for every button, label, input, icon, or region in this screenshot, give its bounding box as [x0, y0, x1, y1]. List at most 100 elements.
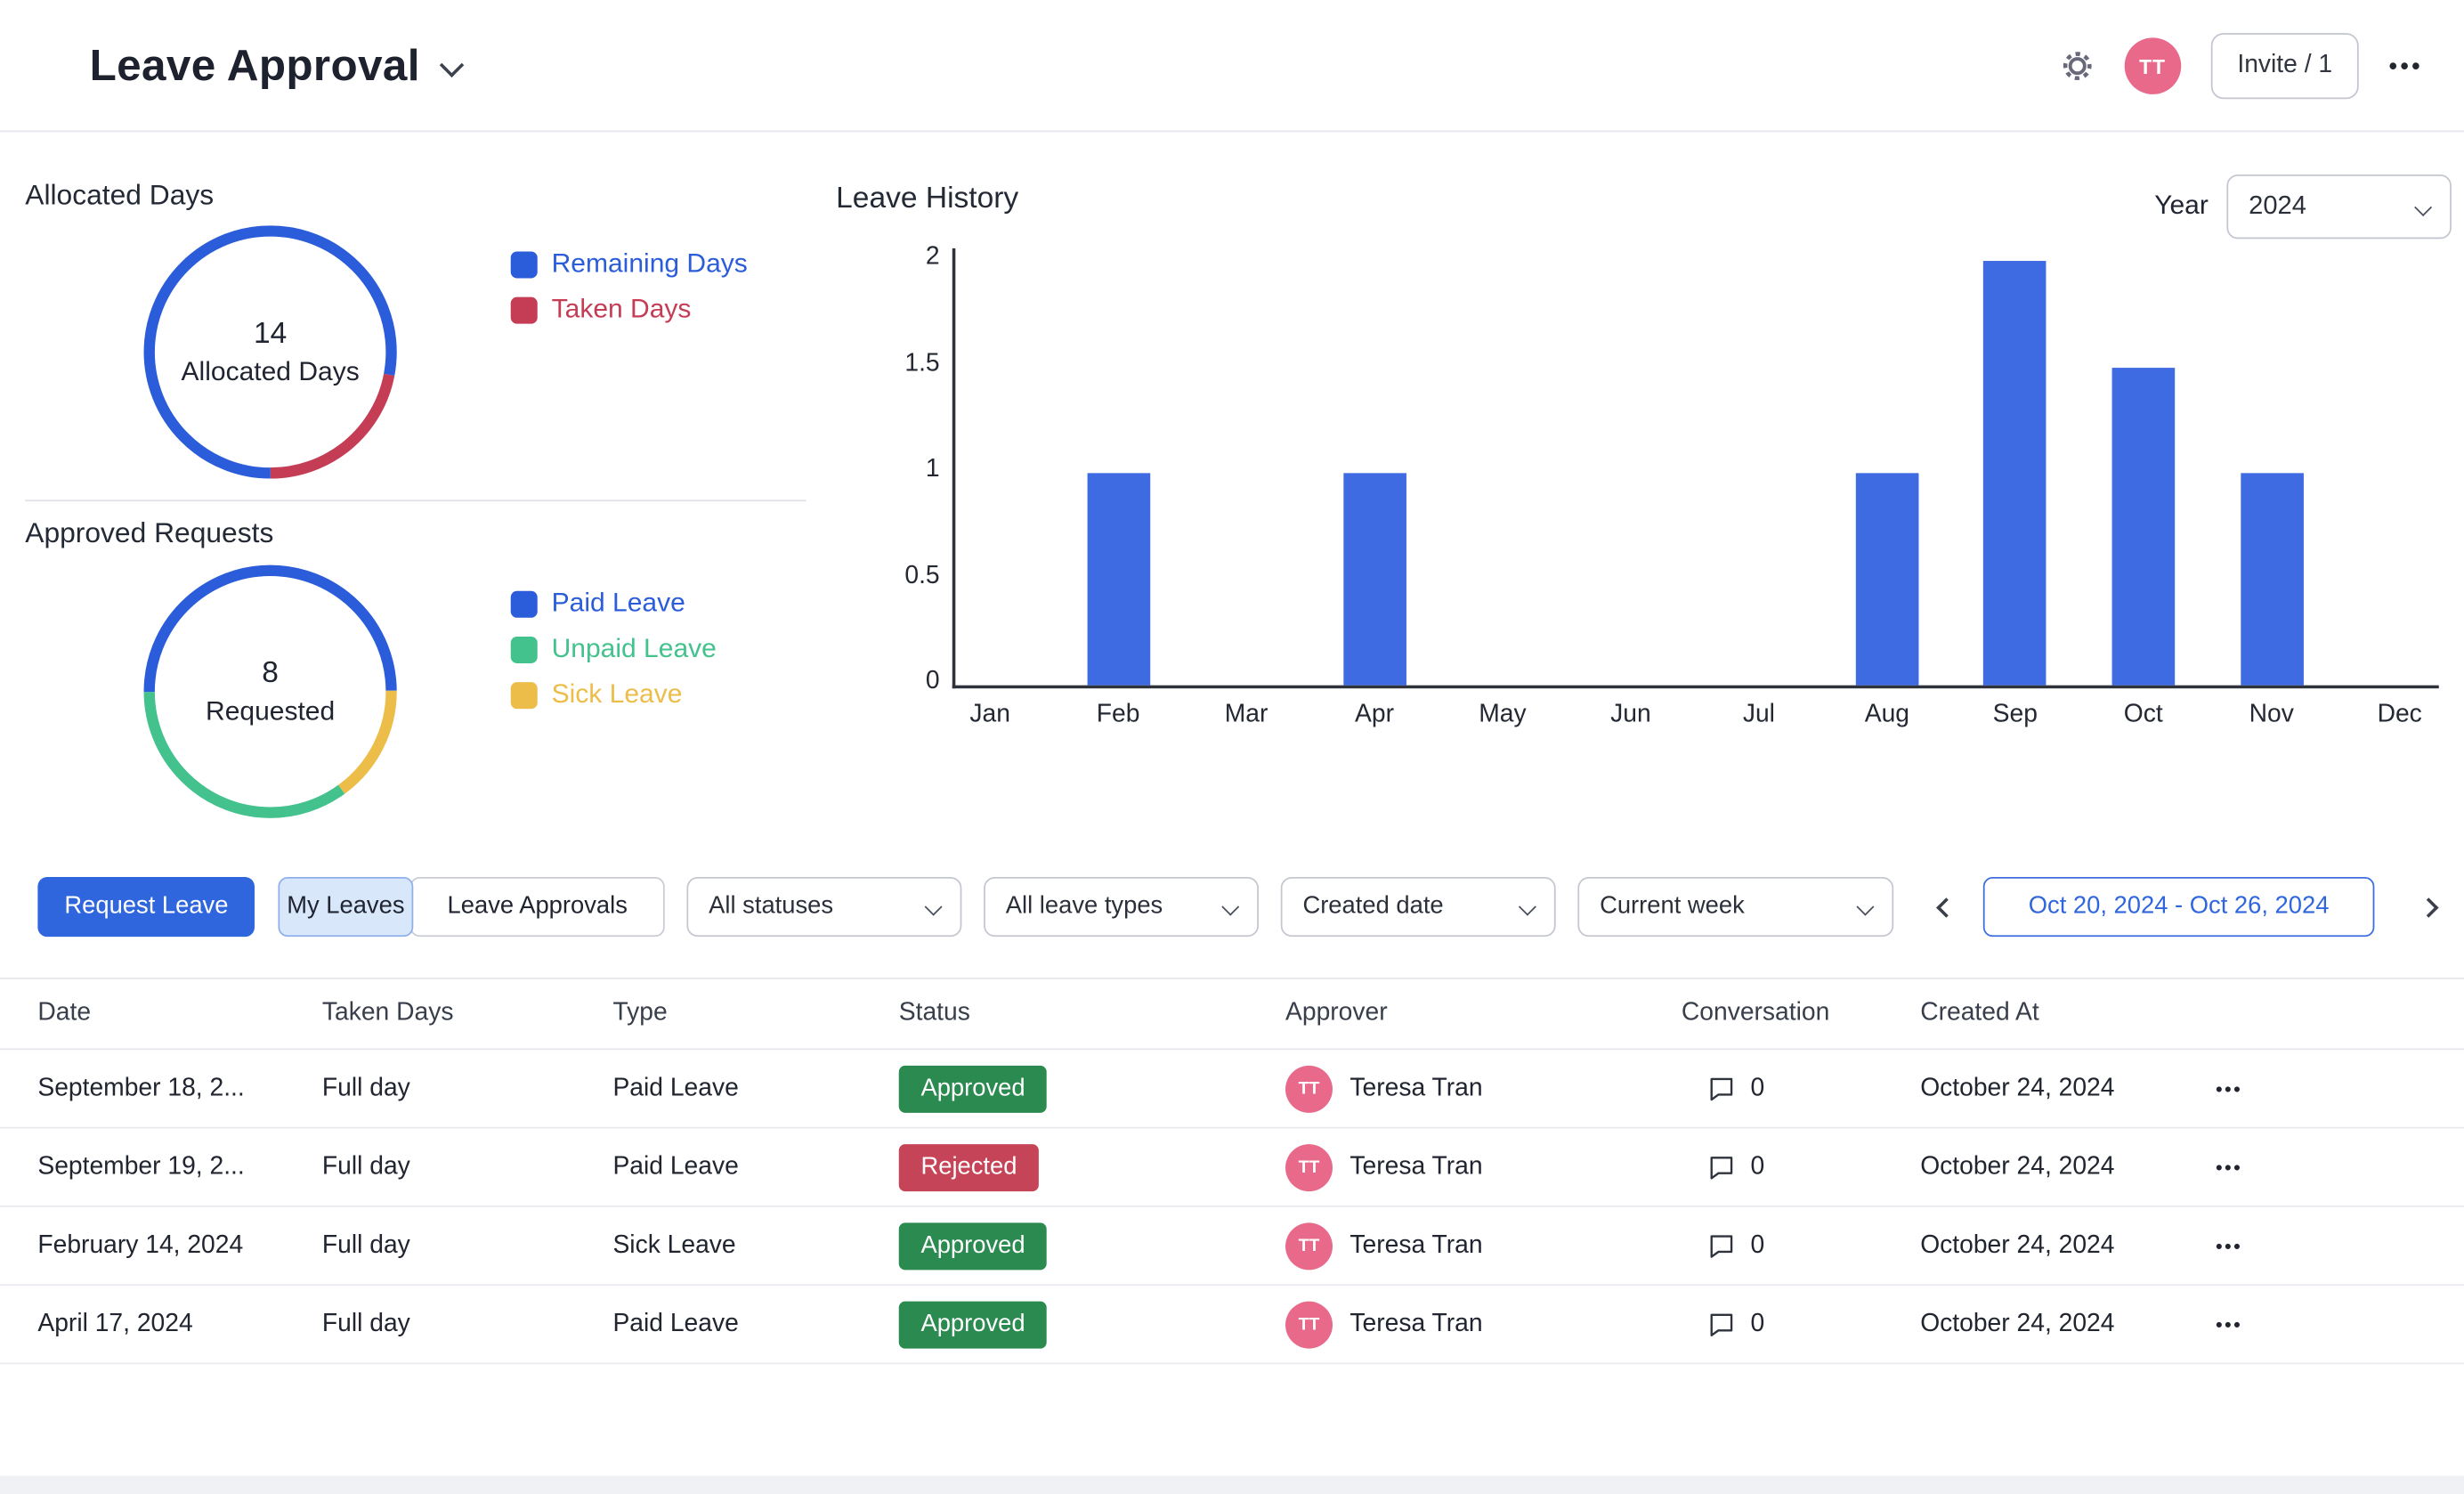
- year-select[interactable]: 2024: [2226, 175, 2451, 239]
- tab-my-leaves[interactable]: My Leaves: [278, 877, 413, 937]
- cell-approver: TTTeresa Tran: [1285, 1065, 1682, 1112]
- allocated-days-donut: 14 Allocated Days: [137, 218, 404, 485]
- y-axis-tick-label: 0: [848, 668, 939, 696]
- cell-date: September 18, 2...: [37, 1075, 322, 1103]
- table-row: September 18, 2...Full dayPaid LeaveAppr…: [0, 1050, 2464, 1128]
- legend-swatch: [511, 590, 538, 617]
- more-menu-button[interactable]: •••: [2389, 53, 2423, 79]
- x-axis-label-may: May: [1447, 701, 1558, 729]
- approver-avatar: TT: [1285, 1143, 1333, 1190]
- conversation-count: 0: [1751, 1075, 1765, 1103]
- avatar[interactable]: TT: [2124, 37, 2181, 94]
- cell-status: Approved: [899, 1065, 1285, 1112]
- conversation-button[interactable]: 0: [1706, 1309, 1920, 1339]
- status-filter-select[interactable]: All statuses: [686, 877, 961, 937]
- status-badge: Approved: [899, 1065, 1048, 1112]
- legend-label: Sick Leave: [552, 679, 683, 710]
- conversation-button[interactable]: 0: [1706, 1152, 1920, 1182]
- leave-type-filter-select[interactable]: All leave types: [984, 877, 1259, 937]
- chevron-right-icon: [2418, 897, 2437, 916]
- bar-feb: [1087, 473, 1150, 685]
- legend-item: Sick Leave: [511, 679, 717, 710]
- cell-type: Paid Leave: [612, 1075, 898, 1103]
- column-header-type: Type: [612, 1000, 898, 1028]
- row-menu-button[interactable]: •••: [2216, 1077, 2310, 1100]
- cell-created-at: October 24, 2024: [1920, 1231, 2216, 1260]
- page-title-group[interactable]: Leave Approval: [90, 0, 461, 132]
- column-header-created-at: Created At: [1920, 1000, 2216, 1028]
- gear-icon: [2060, 49, 2095, 84]
- x-axis-label-oct: Oct: [2088, 701, 2199, 729]
- period-filter-select[interactable]: Current week: [1577, 877, 1893, 937]
- table-footer: 1 - 9 of 9 items 1 10 / per page: [0, 1364, 2464, 1475]
- approved-requests-heading: Approved Requests: [25, 517, 273, 550]
- cell-taken-days: Full day: [322, 1153, 613, 1181]
- row-menu-button[interactable]: •••: [2216, 1235, 2310, 1257]
- status-badge: Approved: [899, 1301, 1048, 1348]
- cell-approver: TT Teresa Tran: [1285, 1301, 1682, 1348]
- conversation-icon: [1706, 1074, 1737, 1104]
- previous-week-button[interactable]: [1925, 887, 1966, 928]
- allocated-days-value: 14: [254, 317, 287, 352]
- y-axis-line: [952, 248, 956, 688]
- x-axis-label-jan: Jan: [935, 701, 1045, 729]
- approver-name: Teresa Tran: [1350, 1310, 1482, 1338]
- tab-leave-approvals[interactable]: Leave Approvals: [410, 877, 665, 937]
- header-actions: TT Invite / 1 •••: [2060, 0, 2423, 132]
- cell-taken-days: Full day: [322, 1075, 613, 1103]
- legend-label: Taken Days: [552, 294, 692, 325]
- cell-approver: TTTeresa Tran: [1285, 1222, 1682, 1270]
- request-leave-button[interactable]: Request Leave: [37, 877, 255, 937]
- x-axis-label-jun: Jun: [1576, 701, 1686, 729]
- legend-swatch: [511, 681, 538, 708]
- approved-requests-center: 8 Requested: [137, 558, 404, 825]
- screen: Leave Approval TT Invite / 1 ••• Allocat…: [0, 0, 2464, 1494]
- conversation-count: 0: [1751, 1231, 1765, 1260]
- legend-label: Unpaid Leave: [552, 633, 717, 664]
- x-axis-label-aug: Aug: [1832, 701, 1942, 729]
- row-menu-button[interactable]: •••: [2216, 1313, 2310, 1336]
- date-range-button[interactable]: Oct 20, 2024 - Oct 26, 2024: [1983, 877, 2375, 937]
- legend-item: Taken Days: [511, 294, 748, 325]
- column-header-status: Status: [899, 1000, 1285, 1028]
- cell-taken-days: Full day: [322, 1231, 613, 1260]
- column-header-conversation: Conversation: [1682, 1000, 1920, 1028]
- cell-status: Rejected: [899, 1143, 1285, 1190]
- bar-nov: [2240, 473, 2303, 685]
- allocated-legend: Remaining DaysTaken Days: [511, 248, 748, 326]
- invite-button[interactable]: Invite / 1: [2210, 33, 2359, 99]
- bar-oct: [2111, 367, 2175, 685]
- x-axis-label-jul: Jul: [1704, 701, 1814, 729]
- date-field-filter-value: Created date: [1302, 893, 1443, 922]
- cell-taken-days: Full day: [322, 1310, 613, 1338]
- approved-requests-value: 8: [262, 656, 279, 691]
- conversation-icon: [1706, 1152, 1737, 1182]
- chevron-down-icon: [1519, 898, 1536, 916]
- approved-requests-donut: 8 Requested: [137, 558, 404, 825]
- conversation-button[interactable]: 0: [1706, 1230, 1920, 1261]
- period-filter-value: Current week: [1600, 893, 1745, 922]
- cell-type: Sick Leave: [612, 1231, 898, 1260]
- settings-button[interactable]: [2060, 49, 2095, 84]
- x-axis-label-mar: Mar: [1191, 701, 1301, 729]
- row-menu-button[interactable]: •••: [2216, 1156, 2310, 1178]
- cell-approver: TT Teresa Tran: [1285, 1143, 1682, 1190]
- chevron-down-icon[interactable]: [443, 53, 460, 82]
- bar-aug: [1856, 473, 1919, 685]
- y-axis-tick-label: 1: [848, 456, 939, 484]
- conversation-button[interactable]: 0: [1706, 1074, 1920, 1104]
- legend-swatch: [511, 251, 538, 278]
- date-field-filter-select[interactable]: Created date: [1281, 877, 1556, 937]
- x-axis-label-dec: Dec: [2345, 701, 2455, 729]
- leave-history-heading: Leave History: [836, 183, 1018, 217]
- approver-avatar: TT: [1285, 1301, 1333, 1348]
- conversation-icon: [1706, 1309, 1737, 1339]
- app-header: Leave Approval TT Invite / 1 •••: [0, 0, 2464, 132]
- chevron-down-icon: [925, 898, 943, 916]
- approver-name: Teresa Tran: [1350, 1075, 1482, 1103]
- horizontal-scrollbar-track[interactable]: [0, 1476, 2464, 1494]
- next-week-button[interactable]: [2407, 887, 2448, 928]
- approver-name: Teresa Tran: [1350, 1153, 1482, 1181]
- chevron-down-icon: [1856, 898, 1874, 916]
- y-axis-tick-label: 2: [848, 244, 939, 272]
